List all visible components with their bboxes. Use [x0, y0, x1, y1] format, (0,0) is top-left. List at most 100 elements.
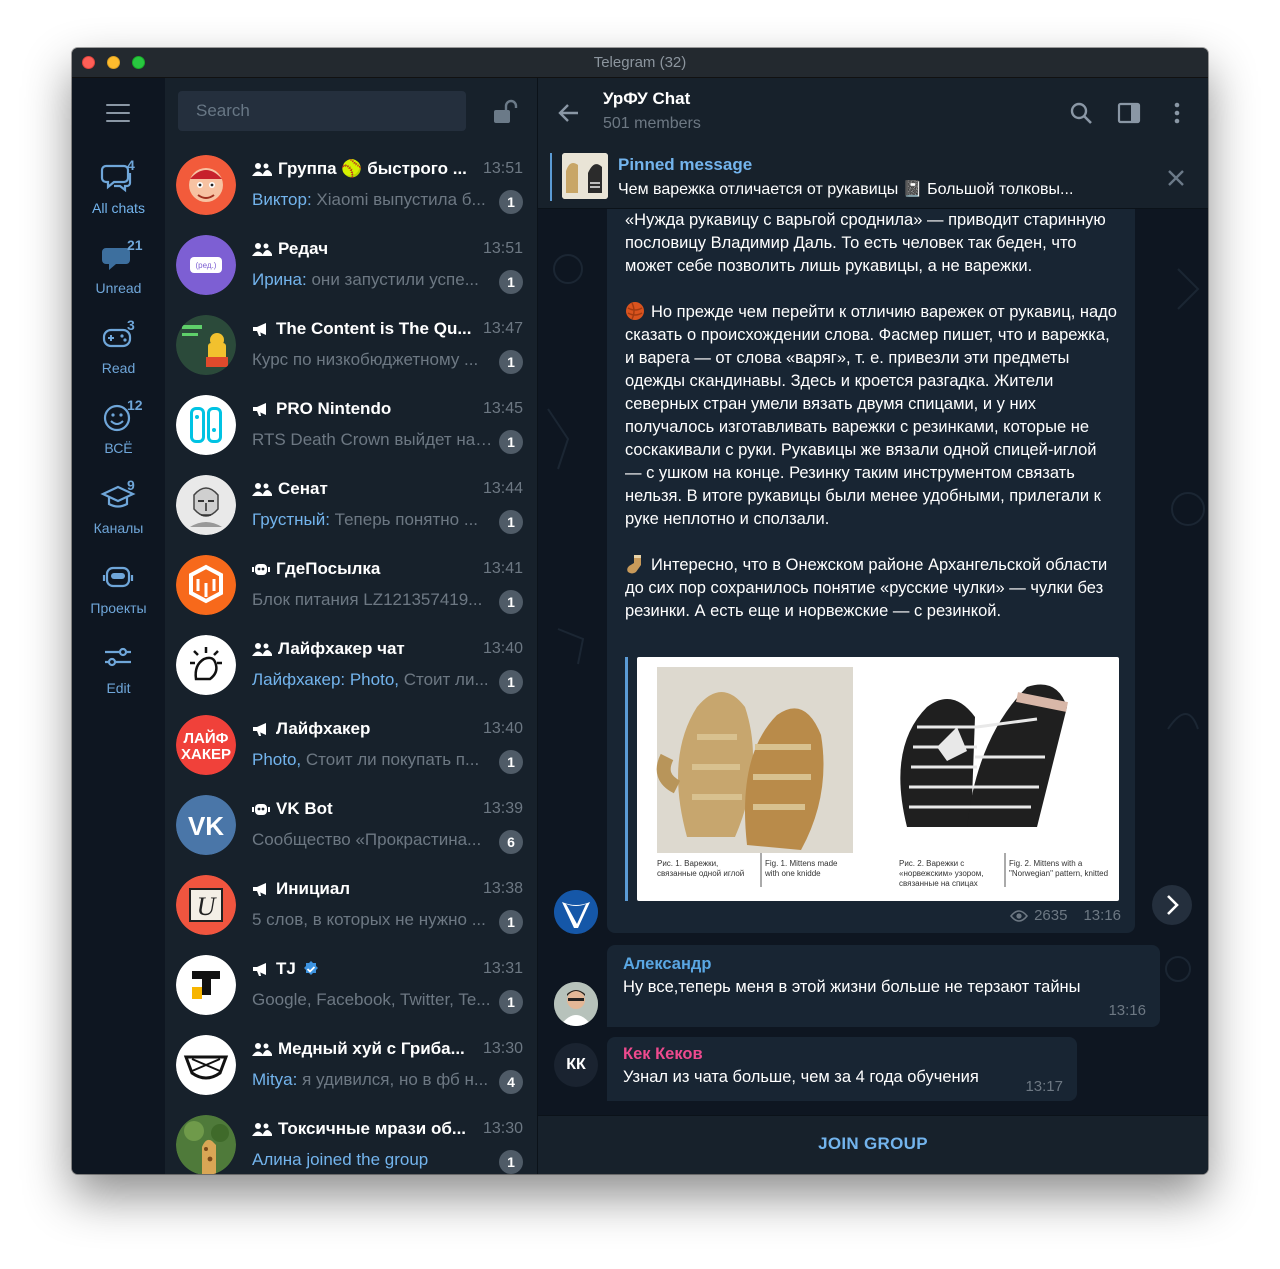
folder-label: Read	[101, 360, 136, 376]
folder-label: All chats	[92, 200, 145, 216]
chat-preview: Сообщество «Прокрастина...	[252, 830, 482, 849]
group-icon	[252, 1043, 272, 1056]
unread-badge: 1	[499, 1150, 523, 1174]
chat-header: УрФУ Chat 501 members	[538, 78, 1208, 149]
chat-item[interactable]: (ред.) Редач 13:51 Ирина: они запустили …	[165, 226, 537, 306]
chat-avatar: ЛАЙФ ХАКЕР	[176, 715, 236, 775]
unread-badge: 1	[499, 910, 523, 934]
chat-item[interactable]: Токсичные мрази об... 13:30 Алина joined…	[165, 1106, 537, 1174]
chat-item[interactable]: PRO Nintendo 13:45 RTS Death Crown выйде…	[165, 386, 537, 466]
chat-preview: 5 слов, в которых не нужно ...	[252, 910, 486, 929]
svg-text:U: U	[197, 892, 218, 921]
sender-avatar[interactable]	[554, 982, 598, 1026]
chat-area: УрФУ Chat 501 members Pinned message Чем…	[538, 78, 1208, 1174]
urfu-logo-icon	[554, 890, 598, 934]
search-box[interactable]	[178, 91, 466, 131]
join-group-button[interactable]: JOIN GROUP	[538, 1134, 1208, 1154]
search-input[interactable]	[178, 91, 466, 131]
chat-item[interactable]: ГдеПосылка 13:41 Блок питания LZ12135741…	[165, 546, 537, 626]
title-bar: Telegram (32)	[72, 48, 1208, 78]
sidebar-toggle-icon[interactable]	[1116, 100, 1142, 126]
group-icon	[252, 243, 272, 256]
folder-badge: 9	[127, 477, 135, 493]
chat-item[interactable]: Сенат 13:44 Грустный: Теперь понятно ...…	[165, 466, 537, 546]
chat-avatar: U	[176, 875, 236, 935]
chat-time: 13:40	[482, 640, 523, 657]
folder-edit[interactable]: Edit	[72, 640, 165, 712]
folder-label: Edit	[106, 680, 131, 696]
message-sender[interactable]: Александр	[623, 955, 1144, 974]
svg-text:VK: VK	[188, 811, 224, 841]
chat-item[interactable]: VK VK Bot 13:39 Сообщество «Прокрастина.…	[165, 786, 537, 866]
folder-all[interactable]: 12 ВСЁ	[72, 397, 165, 472]
folder-badge: 3	[127, 317, 135, 333]
folder-channels[interactable]: 9 Каналы	[72, 477, 165, 552]
chat-preview: RTS Death Crown выйдет на ...	[252, 430, 494, 449]
pinned-message-bar[interactable]: Pinned message Чем варежка отличается от…	[538, 148, 1208, 209]
chat-sender: Виктор:	[252, 190, 312, 209]
chat-title: TJ	[276, 959, 296, 978]
post-image-block[interactable]: Рис. 1. Варежки, связанные одной иглой F…	[625, 657, 1119, 901]
join-bar: JOIN GROUP	[538, 1115, 1208, 1174]
chat-item[interactable]: TJ 13:31 Google, Facebook, Twitter, Te..…	[165, 946, 537, 1026]
chat-preview: они запустили успе...	[306, 270, 479, 289]
unlock-icon[interactable]	[491, 98, 519, 126]
chat-members: 501 members	[603, 115, 701, 132]
chat-avatar	[176, 1115, 236, 1174]
chat-avatar	[176, 955, 236, 1015]
chat-time: 13:39	[482, 800, 523, 817]
folder-unread[interactable]: 21 Unread	[72, 237, 165, 312]
chat-avatar	[176, 155, 236, 215]
chat-preview: Xiaomi выпустила б...	[311, 190, 486, 209]
chat-title: ГдеПосылка	[276, 559, 381, 578]
search-icon[interactable]	[1068, 100, 1094, 126]
pinned-thumbnail	[562, 153, 608, 199]
megaphone-icon	[253, 323, 266, 336]
sender-avatar[interactable]: КК	[554, 1043, 598, 1087]
chat-item[interactable]: U Инициал 13:38 5 слов, в которых не нуж…	[165, 866, 537, 946]
post-paragraph-3: Интересно, что в Онежском районе Арханге…	[625, 556, 1108, 620]
back-arrow-icon[interactable]	[556, 100, 582, 126]
chat-time: 13:51	[482, 240, 523, 257]
unread-badge: 6	[499, 830, 523, 854]
svg-text:ЛАЙФ: ЛАЙФ	[184, 729, 229, 747]
chat-title[interactable]: УрФУ Chat	[603, 89, 690, 109]
megaphone-icon	[253, 403, 266, 416]
bot-icon	[252, 804, 270, 815]
chat-title: PRO Nintendo	[276, 399, 392, 418]
chat-time: 13:44	[482, 480, 523, 497]
chat-preview: я удивился, но в фб н...	[297, 1070, 489, 1089]
bot-icon	[252, 564, 270, 575]
channel-avatar[interactable]	[554, 890, 598, 934]
chat-item[interactable]: Лайфхакер чат 13:40 Лайфхакер: Photo, Ст…	[165, 626, 537, 706]
chat-item[interactable]: ЛАЙФ ХАКЕР Лайфхакер 13:40 Photo, Стоит л…	[165, 706, 537, 786]
message-sender[interactable]: Кек Кеков	[623, 1045, 1061, 1064]
megaphone-icon	[253, 883, 266, 896]
folder-label: Каналы	[93, 520, 144, 536]
image-caption-2-ru: Рис. 2. Варежки с «норвежским» узором, с…	[899, 859, 984, 888]
chat-time: 13:30	[482, 1120, 523, 1137]
message-bubble: Александр Ну все,теперь меня в этой жизн…	[607, 945, 1160, 1027]
chat-time: 13:51	[482, 160, 523, 177]
chat-item[interactable]: The Content is The Qu... 13:47 Курс по н…	[165, 306, 537, 386]
unread-badge: 1	[499, 190, 523, 214]
chat-title: Группа 🥎 быстрого ...	[278, 159, 467, 178]
folder-projects[interactable]: Проекты	[72, 560, 165, 632]
folder-read[interactable]: 3 Read	[72, 317, 165, 392]
forward-button[interactable]	[1152, 885, 1192, 925]
folder-badge: 4	[127, 157, 135, 173]
mittens-image[interactable]: Рис. 1. Варежки, связанные одной иглой F…	[637, 657, 1119, 901]
chat-item[interactable]: Группа 🥎 быстрого ... 13:51 Виктор: Xiao…	[165, 146, 537, 226]
chat-title: The Content is The Qu...	[276, 319, 472, 338]
chat-time: 13:30	[482, 1040, 523, 1057]
chat-title: VK Bot	[276, 799, 333, 818]
chat-item[interactable]: Медный хуй с Гриба... 13:30 Mitya: я уди…	[165, 1026, 537, 1106]
chat-time: 13:40	[482, 720, 523, 737]
more-vertical-icon[interactable]	[1164, 100, 1190, 126]
chat-avatar	[176, 395, 236, 455]
chat-avatar: VK	[176, 795, 236, 855]
pinned-title: Pinned message	[618, 155, 753, 174]
folder-all-chats[interactable]: 4 All chats	[72, 157, 165, 232]
menu-icon[interactable]	[106, 104, 130, 122]
close-icon[interactable]	[1166, 168, 1186, 188]
